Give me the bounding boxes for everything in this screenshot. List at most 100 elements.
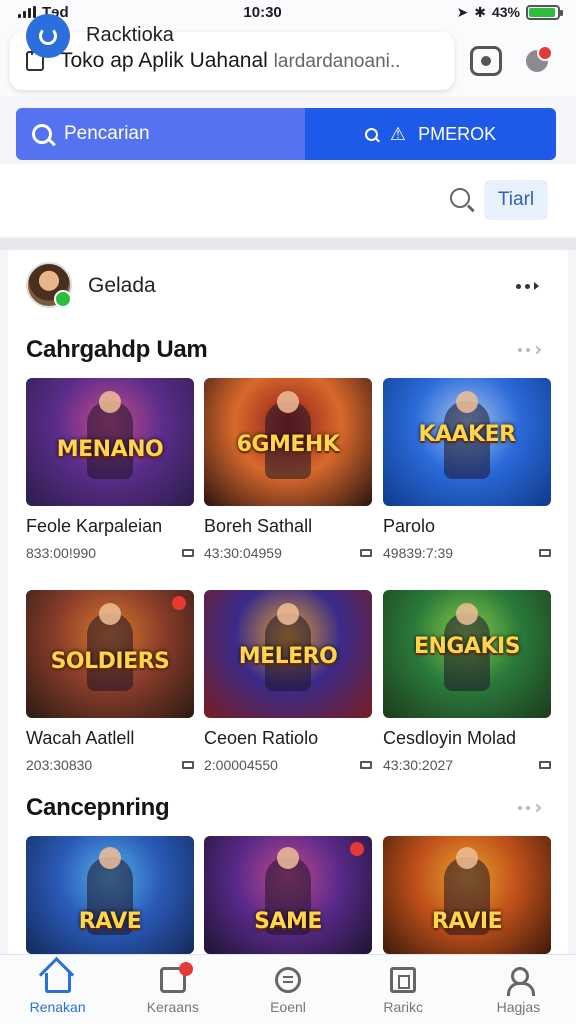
download-icon[interactable] [539,761,551,769]
notification-button[interactable] [522,45,553,76]
game-meta: 203:30830 [26,757,194,773]
game-meta: 833:00!990 [26,545,194,561]
search-small-icon [364,127,378,141]
game-card[interactable]: SAME [204,836,372,954]
clock: 10:30 [243,3,282,21]
warning-icon: ⚠ [389,123,407,144]
game-meta-value: 43:30:04959 [204,545,282,561]
game-thumb-text: RAVE [78,909,142,935]
new-badge [350,842,364,856]
nav-item-home[interactable]: Renakan [0,955,115,1024]
nav-label: Keraans [146,999,199,1015]
game-meta-value: 49839:7:39 [383,545,454,561]
filter-chip[interactable]: Tiarl [484,180,548,220]
game-card[interactable]: MELERO Ceoen Ratiolo 2:00004550 [204,590,372,773]
new-badge [172,596,186,610]
address-title: Toko ap Aplik Uahanal [60,49,268,72]
game-thumb-text: MENANO [56,436,164,462]
nav-label: Hagjas [496,999,541,1015]
game-card[interactable]: ENGAKIS Cesdloyin Molad 43:30:2027 [383,590,551,773]
section-more-icon[interactable] [518,803,546,813]
game-card[interactable]: MENANO Feole Karpaleian 833:00!990 [26,378,194,561]
game-thumbnail[interactable]: 6GMEHK [204,378,372,506]
game-meta-value: 203:30830 [26,757,93,773]
game-card[interactable]: RAVE [26,836,194,954]
user-name: Gelada [88,274,156,297]
game-thumbnail[interactable]: SOLDIERS [26,590,194,718]
game-meta-value: 833:00!990 [26,545,97,561]
bluetooth-icon: ✱ [474,3,486,20]
game-title: Cesdloyin Molad [383,728,517,748]
nav-label: Rarikc [383,999,424,1015]
bag-icon [159,962,193,993]
notification-icon [526,45,553,72]
search-tab-left[interactable]: Pencarian [16,108,305,160]
game-thumbnail[interactable]: SAME [204,836,372,954]
game-card[interactable]: RAVIE [383,836,551,954]
game-title: Parolo [383,516,436,536]
rank-icon [390,967,417,993]
game-thumb-text: KAAKER [418,421,516,447]
game-meta: 43:30:2027 [383,757,551,773]
download-icon[interactable] [539,549,551,557]
game-meta: 49839:7:39 [383,545,551,561]
refresh-icon [39,27,57,45]
game-thumbnail[interactable]: KAAKER [383,378,551,506]
section-title-3: Cancepnring [26,794,170,821]
battery-percent: 43% [491,4,520,20]
game-thumb-text: SOLDIERS [50,648,170,674]
search-icon [32,124,52,144]
chat-icon [275,967,301,993]
filter-search-icon[interactable] [450,188,470,208]
nav-item-profile[interactable]: Hagjas [461,955,576,1024]
game-thumb-text: RAVIE [431,909,503,935]
game-card[interactable]: KAAKER Parolo 49839:7:39 [383,378,551,561]
refresh-button[interactable] [26,14,70,58]
game-thumbnail[interactable]: MELERO [204,590,372,718]
home-icon [44,973,71,993]
battery-icon [525,4,563,20]
filter-label: Racktioka [86,24,174,46]
more-options-icon[interactable] [516,280,546,292]
address-subtitle: lardardanoani.. [273,51,401,72]
download-icon[interactable] [182,761,194,769]
nav-item-chat[interactable]: Eoenl [230,955,345,1024]
search-tab-right[interactable]: ⚠ PMEROK [305,108,556,160]
nav-item-bag[interactable]: Keraans [115,955,230,1024]
game-title: Wacah Aatlell [26,728,135,748]
game-thumbnail[interactable]: ENGAKIS [383,590,551,718]
section-divider [0,238,576,250]
game-card[interactable]: 6GMEHK Boreh Sathall 43:30:04959 [204,378,372,561]
nav-item-rank[interactable]: Rarikc [346,955,461,1024]
game-meta: 43:30:04959 [204,545,372,561]
download-icon[interactable] [360,549,372,557]
game-title: Feole Karpaleian [26,516,163,536]
game-title: Ceoen Ratiolo [204,728,319,748]
location-icon: ➤ [456,3,469,20]
game-meta-value: 43:30:2027 [383,757,454,773]
game-meta-value: 2:00004550 [204,757,278,773]
game-card[interactable]: SOLDIERS Wacah Aatlell 203:30830 [26,590,194,773]
status-bar: Tɘd 10:30 ➤ ✱ 43% [0,0,576,24]
section-title-1: Cahrgahdp Uam [26,336,208,363]
game-thumbnail[interactable]: MENANO [26,378,194,506]
game-thumb-text: 6GMEHK [236,431,340,457]
search-tab-right-label: PMEROK [418,123,497,144]
game-meta: 2:00004550 [204,757,372,773]
address-bar[interactable]: Toko ap Aplik Uahanal lardardanoani.. [10,32,454,90]
game-thumb-text: SAME [254,909,322,935]
game-thumbnail[interactable]: RAVE [26,836,194,954]
download-icon[interactable] [360,761,372,769]
section-more-icon[interactable] [518,345,546,355]
bottom-nav: Renakan Keraans Eoenl Rarikc Hagjas [0,954,576,1024]
avatar[interactable] [26,262,72,308]
game-thumb-text: MELERO [238,643,338,669]
game-thumbnail[interactable]: RAVIE [383,836,551,954]
search-tab-left-label: Pencarian [64,123,150,144]
nav-label: Eoenl [270,999,306,1015]
profile-icon[interactable] [470,46,502,76]
download-icon[interactable] [182,549,194,557]
nav-label: Renakan [29,999,86,1015]
person-icon [505,967,536,996]
search-tabs: Pencarian ⚠ PMEROK [16,108,556,160]
